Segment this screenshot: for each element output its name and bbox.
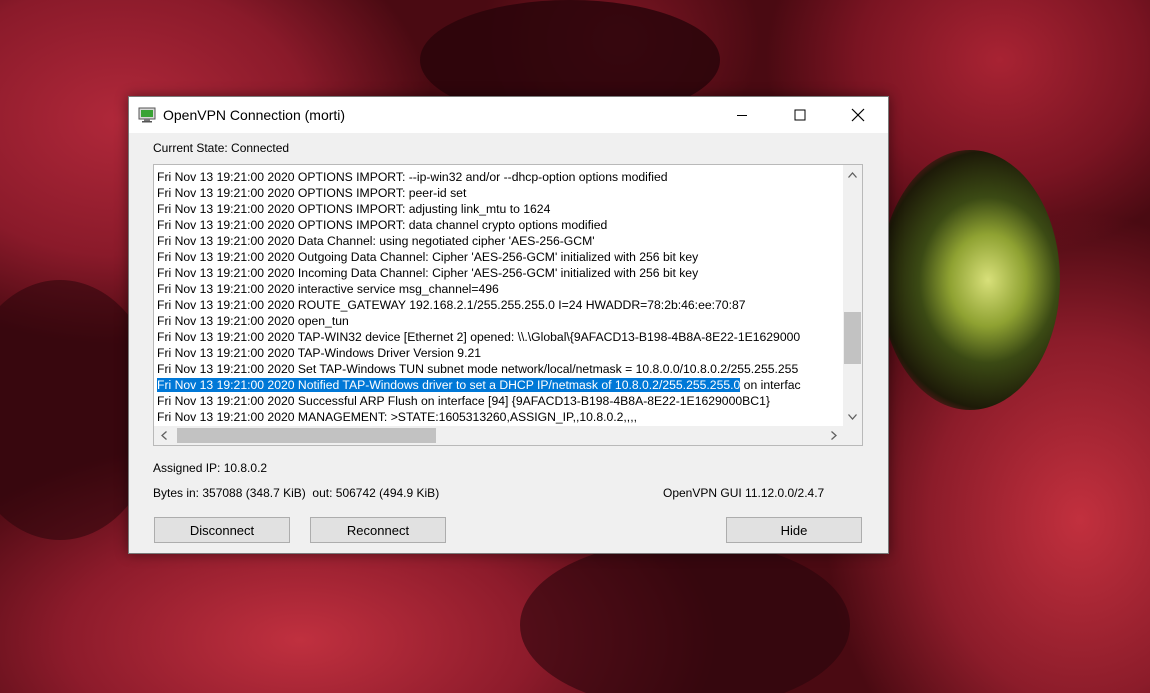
scroll-right-arrow-icon[interactable] — [825, 427, 842, 444]
minimize-icon — [737, 115, 747, 116]
disconnect-button[interactable]: Disconnect — [154, 517, 290, 543]
log-line: Fri Nov 13 19:21:00 2020 OPTIONS IMPORT:… — [157, 202, 551, 216]
log-line: Fri Nov 13 19:21:00 2020 TAP-WIN32 devic… — [157, 330, 801, 344]
openvpn-monitor-icon — [138, 107, 156, 123]
maximize-button[interactable] — [771, 97, 829, 133]
log-line: Fri Nov 13 19:21:00 2020 Data Channel: u… — [157, 234, 595, 248]
log-line: Fri Nov 13 19:21:00 2020 Successful ARP … — [157, 394, 770, 408]
unselected-text: on interfac — [740, 378, 801, 392]
close-icon — [851, 108, 865, 122]
log-line: Fri Nov 13 19:21:00 2020 interactive ser… — [157, 282, 499, 296]
vertical-scroll-thumb[interactable] — [844, 312, 861, 364]
log-line: Fri Nov 13 19:21:00 2020 OPTIONS IMPORT:… — [157, 186, 467, 200]
title-bar[interactable]: OpenVPN Connection (morti) — [129, 97, 888, 133]
log-line: Fri Nov 13 19:21:00 2020 Incoming Data C… — [157, 266, 699, 280]
scroll-down-arrow-icon[interactable] — [844, 408, 861, 425]
window-title: OpenVPN Connection (morti) — [163, 107, 346, 123]
openvpn-connection-window[interactable]: OpenVPN Connection (morti) Current State… — [128, 96, 889, 554]
horizontal-scroll-thumb[interactable] — [177, 428, 436, 443]
vertical-scrollbar[interactable] — [843, 165, 862, 426]
maximize-icon — [794, 109, 806, 121]
log-line: Fri Nov 13 19:21:00 2020 OPTIONS IMPORT:… — [157, 218, 608, 232]
close-button[interactable] — [829, 97, 887, 133]
scroll-up-arrow-icon[interactable] — [844, 166, 861, 183]
current-state-label: Current State: Connected — [153, 141, 290, 155]
log-line: Fri Nov 13 19:21:00 2020 open_tun — [157, 314, 349, 328]
log-textbox[interactable]: Fri Nov 13 19:21:00 2020 OPTIONS IMPORT:… — [153, 164, 863, 446]
log-line-selected: Fri Nov 13 19:21:00 2020 Notified TAP-Wi… — [157, 377, 839, 393]
log-line: Fri Nov 13 19:21:00 2020 ROUTE_GATEWAY 1… — [157, 298, 746, 312]
scrollbar-corner — [843, 426, 862, 445]
assigned-ip-label: Assigned IP: 10.8.0.2 — [153, 461, 268, 475]
log-line: Fri Nov 13 19:21:00 2020 OPTIONS IMPORT:… — [157, 170, 668, 184]
log-line: Fri Nov 13 19:21:00 2020 TAP-Windows Dri… — [157, 346, 482, 360]
selected-text: Fri Nov 13 19:21:00 2020 Notified TAP-Wi… — [157, 378, 741, 392]
flower-center — [880, 150, 1060, 410]
gui-version-label: OpenVPN GUI 11.12.0.0/2.4.7 — [663, 486, 825, 500]
minimize-button[interactable] — [713, 97, 771, 133]
log-line: Fri Nov 13 19:21:00 2020 Outgoing Data C… — [157, 250, 699, 264]
hide-button[interactable]: Hide — [726, 517, 862, 543]
log-line: Fri Nov 13 19:21:00 2020 Set TAP-Windows… — [157, 362, 799, 376]
log-line: Fri Nov 13 19:21:00 2020 MANAGEMENT: >ST… — [157, 410, 637, 424]
log-lines: Fri Nov 13 19:21:00 2020 OPTIONS IMPORT:… — [157, 169, 839, 425]
bytes-transferred-label: Bytes in: 357088 (348.7 KiB) out: 506742… — [153, 486, 440, 500]
wallpaper-shadow — [520, 540, 850, 693]
horizontal-scrollbar[interactable] — [154, 426, 843, 445]
reconnect-button[interactable]: Reconnect — [310, 517, 446, 543]
scroll-left-arrow-icon[interactable] — [155, 427, 172, 444]
